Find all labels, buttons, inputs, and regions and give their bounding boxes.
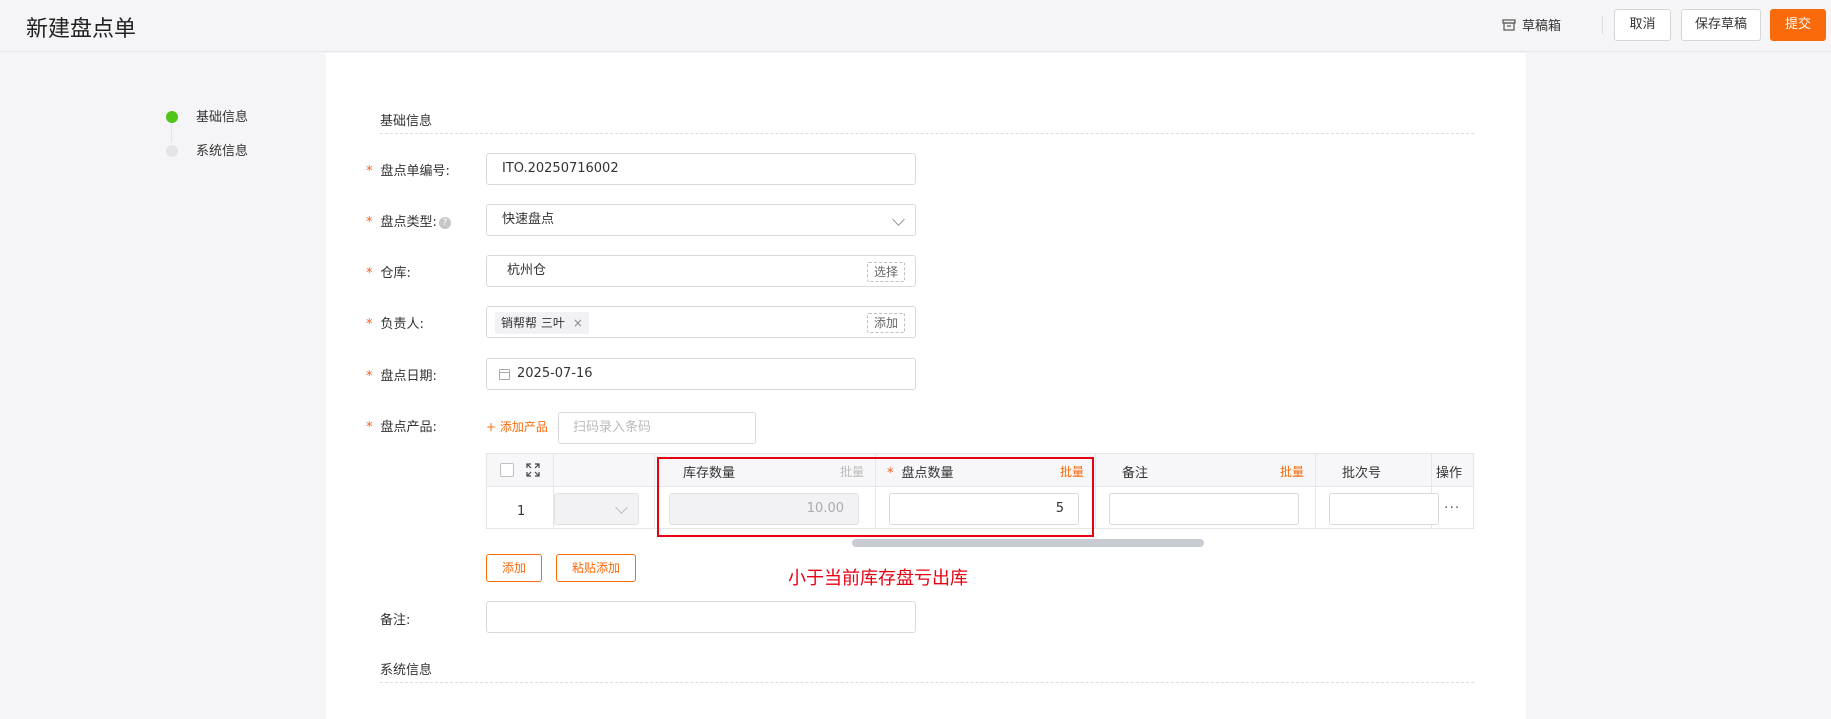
required-mark: * bbox=[366, 317, 373, 332]
close-icon[interactable]: × bbox=[573, 316, 583, 330]
section-title-system: 系统信息 bbox=[380, 663, 433, 678]
step-system-info[interactable]: 系统信息 bbox=[166, 140, 248, 174]
owner-tag: 销帮帮 三叶 × bbox=[495, 312, 589, 334]
barcode-scan-input[interactable]: 扫码录入条码 bbox=[558, 412, 756, 444]
column-divider bbox=[1095, 454, 1096, 528]
header-batch-no: 批次号 bbox=[1342, 466, 1382, 481]
type-value: 快速盘点 bbox=[502, 212, 555, 227]
remark-batch-button[interactable]: 批量 bbox=[1280, 463, 1304, 480]
remark-input[interactable] bbox=[1109, 493, 1299, 525]
fullscreen-icon[interactable] bbox=[526, 463, 540, 477]
date-value: 2025-07-16 bbox=[517, 366, 593, 381]
owner-field[interactable]: 销帮帮 三叶 × 添加 bbox=[486, 306, 916, 338]
help-icon[interactable]: ? bbox=[438, 216, 451, 229]
step-nav: 基础信息 系统信息 bbox=[166, 106, 248, 174]
warehouse-value: 杭州仓 bbox=[507, 263, 547, 278]
header-remark: 备注 bbox=[1122, 466, 1149, 481]
batch-no-input[interactable] bbox=[1329, 493, 1439, 525]
step-dot-active bbox=[166, 111, 178, 123]
save-draft-button[interactable]: 保存草稿 bbox=[1681, 9, 1761, 41]
top-bar: 新建盘点单 草稿箱 取消 保存草稿 提交 bbox=[0, 0, 1831, 52]
remark-label: 备注: bbox=[380, 613, 411, 628]
cancel-button[interactable]: 取消 bbox=[1614, 9, 1671, 41]
owner-label: * 负责人: bbox=[366, 317, 424, 332]
drafts-label: 草稿箱 bbox=[1522, 19, 1562, 34]
add-product-button[interactable]: + 添加产品 bbox=[486, 418, 548, 435]
more-actions-icon[interactable]: ··· bbox=[1444, 500, 1460, 516]
required-mark: * bbox=[366, 369, 373, 384]
paste-add-button[interactable]: 粘贴添加 bbox=[556, 554, 636, 582]
required-mark: * bbox=[366, 215, 373, 230]
section-title-basic: 基础信息 bbox=[380, 114, 433, 129]
type-select[interactable]: 快速盘点 bbox=[486, 204, 916, 236]
chevron-down-icon bbox=[615, 501, 628, 514]
section-divider bbox=[380, 682, 1474, 683]
step-label: 基础信息 bbox=[196, 110, 249, 125]
page-title: 新建盘点单 bbox=[26, 17, 137, 42]
add-row-button[interactable]: 添加 bbox=[486, 554, 542, 582]
step-basic-info[interactable]: 基础信息 bbox=[166, 106, 249, 142]
archive-icon bbox=[1502, 18, 1516, 31]
order-no-input[interactable]: ITO.20250716002 bbox=[486, 153, 916, 185]
section-divider bbox=[380, 133, 1474, 134]
header-actions: 操作 bbox=[1436, 466, 1463, 481]
product-select[interactable] bbox=[554, 493, 639, 525]
column-divider bbox=[1315, 454, 1316, 528]
required-mark: * bbox=[366, 164, 373, 179]
submit-button[interactable]: 提交 bbox=[1770, 9, 1826, 41]
type-label: * 盘点类型:? bbox=[366, 211, 451, 230]
remark-field[interactable] bbox=[486, 601, 916, 633]
date-picker[interactable]: 2025-07-16 bbox=[486, 358, 916, 390]
add-owner-button[interactable]: 添加 bbox=[866, 313, 905, 333]
required-mark: * bbox=[366, 266, 373, 281]
products-label: * 盘点产品: bbox=[366, 420, 437, 435]
chevron-down-icon bbox=[892, 213, 905, 226]
date-label: * 盘点日期: bbox=[366, 369, 437, 384]
column-divider bbox=[654, 454, 655, 528]
required-mark: * bbox=[366, 420, 373, 435]
step-label: 系统信息 bbox=[196, 144, 249, 159]
horizontal-scrollbar[interactable] bbox=[852, 539, 1204, 547]
row-index: 1 bbox=[517, 504, 526, 519]
order-no-label: * 盘点单编号: bbox=[366, 164, 450, 179]
divider bbox=[1602, 16, 1603, 34]
step-dot-pending bbox=[166, 145, 178, 157]
warehouse-label: * 仓库: bbox=[366, 266, 411, 281]
highlight-box bbox=[657, 457, 1094, 537]
warehouse-field[interactable]: 杭州仓 选择 bbox=[486, 255, 916, 287]
annotation-text: 小于当前库存盘亏出库 bbox=[788, 568, 968, 589]
calendar-icon bbox=[499, 369, 510, 380]
drafts-link[interactable]: 草稿箱 bbox=[1502, 15, 1561, 34]
select-all-checkbox[interactable] bbox=[500, 463, 514, 477]
select-warehouse-button[interactable]: 选择 bbox=[866, 262, 905, 282]
